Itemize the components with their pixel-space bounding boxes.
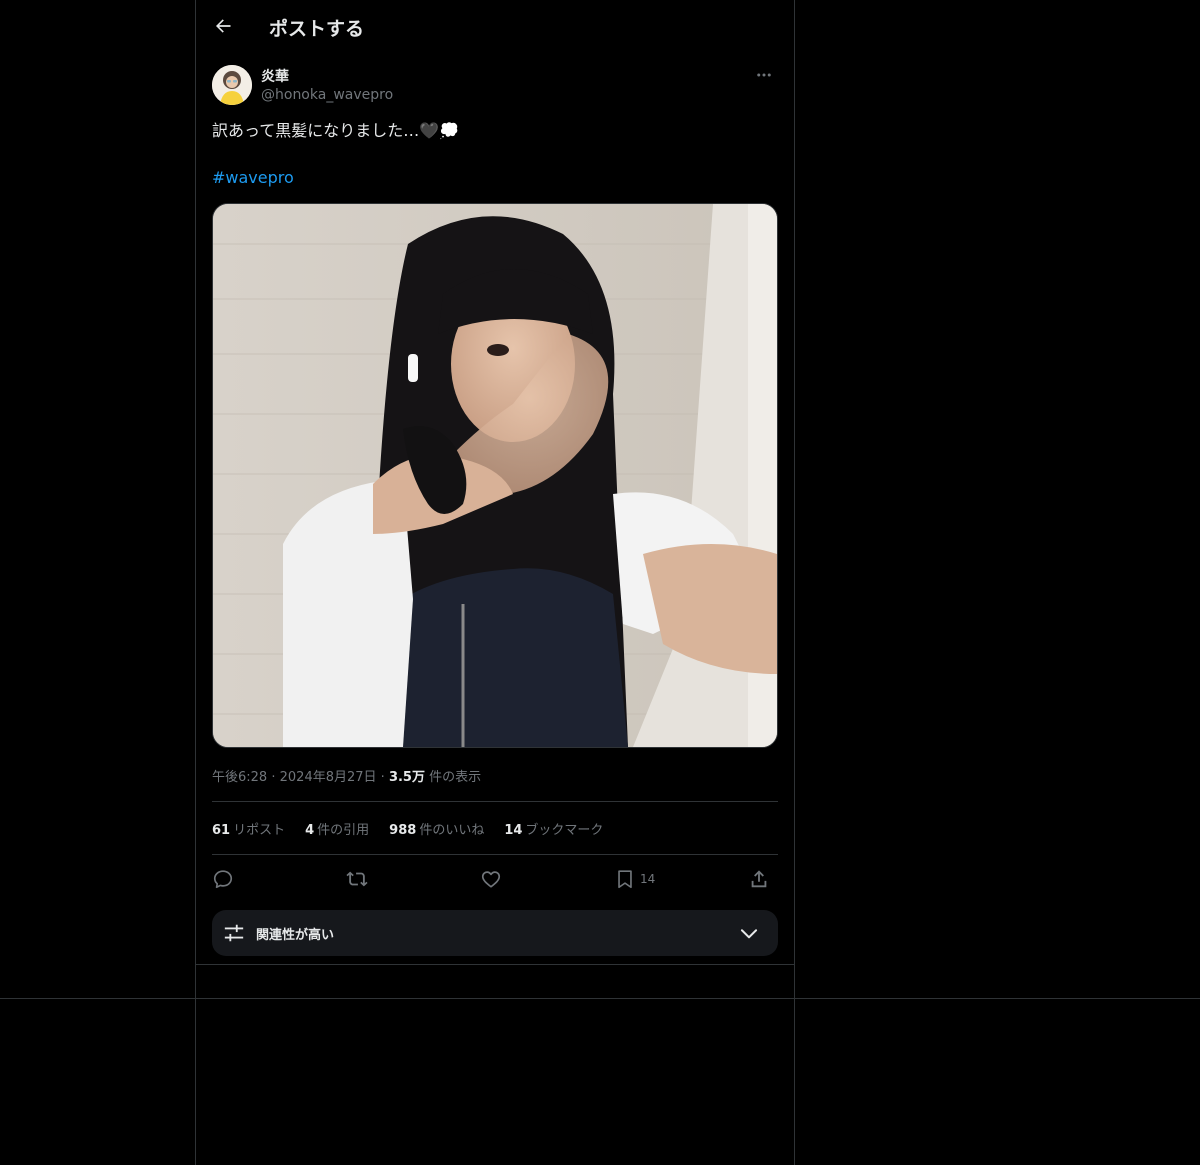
post-text: 訳あって黒髪になりました…🖤💭: [212, 121, 460, 140]
sort-label: 関連性が高い: [256, 928, 335, 943]
divider: [212, 801, 778, 802]
section-divider: [0, 998, 1200, 999]
meta-separator: ·: [271, 770, 276, 785]
main-column: ポストする 炎華 @honoka_wavepro 訳あって黒髪になりました…🖤💭…: [195, 0, 795, 1165]
post-stats: 61 リポスト 4 件の引用 988 件のいいね 14 ブックマーク: [212, 819, 603, 838]
user-handle[interactable]: @honoka_wavepro: [261, 87, 393, 103]
sliders-icon: [224, 924, 244, 942]
photo-illustration: [213, 204, 777, 747]
reposts-stat[interactable]: 61 リポスト: [212, 819, 285, 838]
heart-icon: [481, 871, 501, 888]
back-button[interactable]: [208, 11, 238, 41]
likes-label: 件のいいね: [419, 823, 485, 838]
divider: [212, 854, 778, 855]
post-date[interactable]: 2024年8月27日: [280, 770, 377, 785]
page-title: ポストする: [269, 18, 365, 40]
meta-separator: ·: [380, 770, 385, 785]
bookmarks-label: ブックマーク: [525, 823, 604, 838]
action-bar: 14: [212, 864, 778, 894]
avatar[interactable]: [212, 65, 252, 105]
share-icon: [751, 870, 767, 888]
reposts-count: 61: [212, 823, 231, 838]
bookmarks-stat[interactable]: 14 ブックマーク: [504, 819, 603, 838]
likes-stat[interactable]: 988 件のいいね: [389, 819, 484, 838]
more-options-button[interactable]: [752, 65, 776, 85]
hashtag-link[interactable]: #wavepro: [212, 168, 294, 187]
share-button[interactable]: [748, 864, 770, 894]
post-author: 炎華 @honoka_wavepro: [212, 65, 778, 107]
arrow-left-icon: [216, 19, 231, 33]
bookmark-icon: [618, 870, 632, 889]
display-name[interactable]: 炎華: [261, 66, 289, 86]
more-horizontal-icon: [757, 73, 771, 77]
post-time[interactable]: 午後6:28: [212, 770, 267, 785]
quotes-stat[interactable]: 4 件の引用: [305, 819, 369, 838]
chevron-down-icon: [740, 929, 758, 939]
bookmarks-count: 14: [504, 823, 523, 838]
post-bottom-border: [196, 964, 794, 965]
reposts-label: リポスト: [233, 823, 286, 838]
post-meta: 午後6:28 · 2024年8月27日 · 3.5万 件の表示: [212, 766, 481, 785]
quotes-label: 件の引用: [317, 823, 370, 838]
reply-icon: [213, 870, 233, 889]
repost-icon: [346, 871, 368, 887]
views-label: 件の表示: [429, 770, 482, 785]
reply-sort-dropdown[interactable]: 関連性が高い: [212, 910, 778, 956]
post-image[interactable]: [212, 203, 778, 748]
bookmark-count: 14: [640, 872, 656, 886]
bookmark-button[interactable]: 14: [614, 864, 655, 894]
views-count: 3.5万: [388, 770, 425, 785]
repost-button[interactable]: [346, 864, 368, 894]
page-header: ポストする: [196, 0, 794, 53]
likes-count: 988: [389, 823, 417, 838]
reply-button[interactable]: [212, 864, 234, 894]
like-button[interactable]: [480, 864, 502, 894]
quotes-count: 4: [305, 823, 315, 838]
avatar-image: [212, 65, 252, 105]
